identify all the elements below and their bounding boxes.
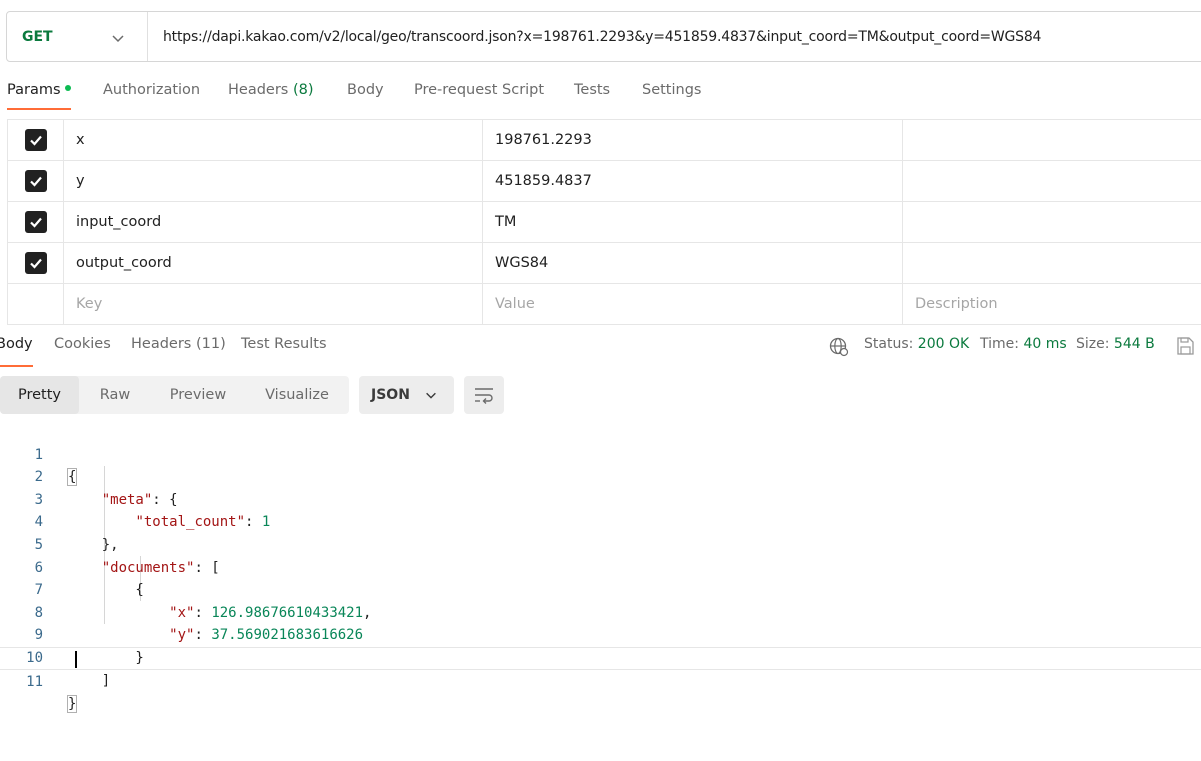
tab-headers-count: (8) [292,82,314,98]
code-line: 4 }, [0,489,1201,553]
checkbox-cell [7,120,64,160]
new-value-input[interactable]: Value [483,284,903,324]
table-row: input_coord TM [7,202,1201,243]
table-row: x 198761.2293 [7,120,1201,161]
table-row-new: Key Value Description [7,284,1201,325]
tab-body[interactable]: Body [347,78,384,110]
param-key[interactable]: x [64,120,483,160]
params-table: x 198761.2293 y 451859.4837 input_coord … [7,119,1201,325]
tab-response-cookies[interactable]: Cookies [54,336,111,367]
param-key[interactable]: output_coord [64,243,483,283]
url-input[interactable]: https://dapi.kakao.com/v2/local/geo/tran… [148,29,1041,45]
wrap-lines-button[interactable] [464,376,504,414]
param-checkbox[interactable] [24,129,47,151]
param-value[interactable]: 451859.4837 [483,161,903,201]
status-value: 200 OK [917,336,970,352]
method-select[interactable]: GET [7,12,147,61]
tab-params-label: Params [7,82,61,98]
status-label: Status: [864,336,914,352]
tab-pre-request-script[interactable]: Pre-request Script [414,78,544,110]
response-body-code[interactable]: 1 { 2 "meta": { 3 "total_count": 1 4 }, … [0,421,1201,714]
code-line: 3 "total_count": 1 [0,466,1201,531]
tab-response-headers[interactable]: Headers (11) [131,336,226,367]
check-icon [29,217,42,228]
view-pretty[interactable]: Pretty [0,376,79,414]
view-visualize[interactable]: Visualize [245,376,349,414]
param-value[interactable]: 198761.2293 [483,120,903,160]
param-checkbox[interactable] [24,211,47,233]
code-line: 9 } [0,602,1201,666]
size-value: 544 B [1113,336,1155,352]
wrap-lines-icon [475,388,493,404]
text-cursor [75,650,77,668]
chevron-down-icon [112,35,124,43]
param-value[interactable]: TM [483,202,903,242]
param-checkbox[interactable] [24,252,47,274]
new-key-input[interactable]: Key [64,284,483,324]
param-description[interactable] [903,202,1201,242]
tab-response-body[interactable]: Body [0,336,33,367]
tab-settings[interactable]: Settings [642,78,701,110]
tab-authorization[interactable]: Authorization [103,78,200,110]
checkbox-cell [7,161,64,201]
code-text: ] [68,672,111,689]
code-line: 1 { [0,421,1201,487]
param-checkbox[interactable] [24,170,47,192]
check-icon [29,135,42,146]
view-raw[interactable]: Raw [79,376,151,414]
new-description-input[interactable]: Description [903,284,1201,324]
format-label: JSON [371,387,410,403]
checkbox-cell [7,202,64,242]
check-icon [29,176,42,187]
globe-icon[interactable] [829,337,849,357]
param-key[interactable]: input_coord [64,202,483,242]
checkbox-cell [7,243,64,283]
table-row: y 451859.4837 [7,161,1201,202]
tab-tests[interactable]: Tests [574,78,610,110]
line-number: 11 [26,673,43,690]
response-tabs: Body Cookies Headers (11) Test Results S… [0,333,1201,367]
code-line: 7 "x": 126.98676610433421, [0,557,1201,621]
time-indicator[interactable]: Time: 40 ms [980,336,1067,352]
save-response-icon[interactable] [1175,336,1195,356]
tab-params[interactable]: Params [7,78,71,110]
size-indicator[interactable]: Size: 544 B [1076,336,1155,352]
code-line: 8 "y": 37.569021683616626 [0,579,1201,644]
chevron-down-icon [426,392,436,399]
param-description[interactable] [903,243,1201,283]
status-indicator[interactable]: Status: 200 OK [864,336,969,352]
params-active-dot-icon [64,85,71,91]
checkbox-cell [7,284,64,324]
check-icon [29,258,42,269]
param-value[interactable]: WGS84 [483,243,903,283]
param-description[interactable] [903,161,1201,201]
time-value: 40 ms [1023,336,1067,352]
method-label: GET [22,28,53,45]
tab-headers-label: Headers [228,82,289,98]
format-select[interactable]: JSON [359,376,454,414]
code-line: 5 "documents": [ [0,511,1201,576]
tab-test-results[interactable]: Test Results [241,336,327,367]
code-line: 10 ] [0,624,1201,689]
view-mode-selector: Pretty Raw Preview Visualize [0,376,349,414]
request-url-bar: GET https://dapi.kakao.com/v2/local/geo/… [6,11,1201,62]
tab-headers[interactable]: Headers (8) [228,78,314,110]
view-preview[interactable]: Preview [151,376,245,414]
code-line: 6 { [0,534,1201,599]
param-key[interactable]: y [64,161,483,201]
size-label: Size: [1076,336,1110,352]
table-row: output_coord WGS84 [7,243,1201,284]
time-label: Time: [980,336,1019,352]
code-text: } [66,695,78,714]
code-line-current: 11 } [0,646,1201,714]
code-line: 2 "meta": { [0,444,1201,508]
param-description[interactable] [903,120,1201,160]
